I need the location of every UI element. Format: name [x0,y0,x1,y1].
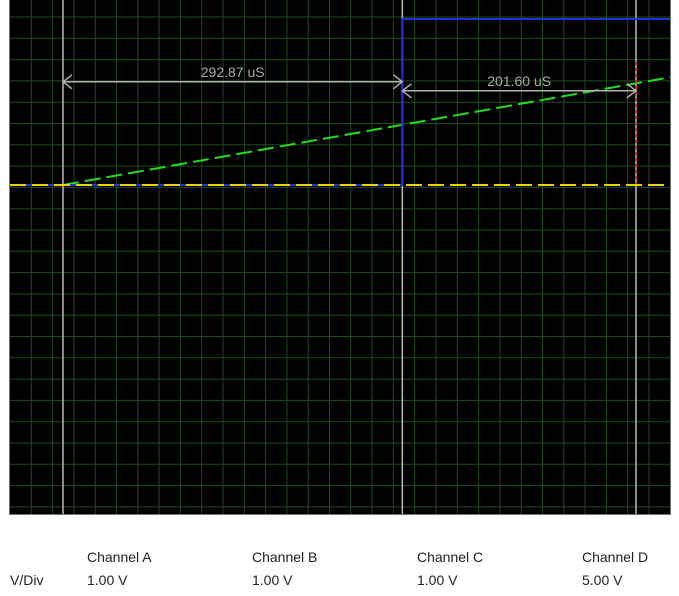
channel-b-name: Channel B [252,549,318,565]
plot-background [10,0,670,514]
vdiv-label: V/Div [10,572,44,588]
channel-c-name: Channel C [417,549,484,565]
channel-d-name: Channel D [582,549,649,565]
oscilloscope-display: 292.87 uS 201.60 uS [9,0,671,515]
channel-legend: V/Div Channel A 1.00 V Channel B 1.00 V … [0,520,679,596]
channel-c-vdiv: 1.00 V [417,572,458,588]
measure-1-label: 292.87 uS [201,64,265,80]
channel-b-vdiv: 1.00 V [252,572,293,588]
channel-a-vdiv: 1.00 V [87,572,128,588]
channel-a-name: Channel A [87,549,152,565]
channel-d-vdiv: 5.00 V [582,572,623,588]
measure-2-label: 201.60 uS [487,73,551,89]
